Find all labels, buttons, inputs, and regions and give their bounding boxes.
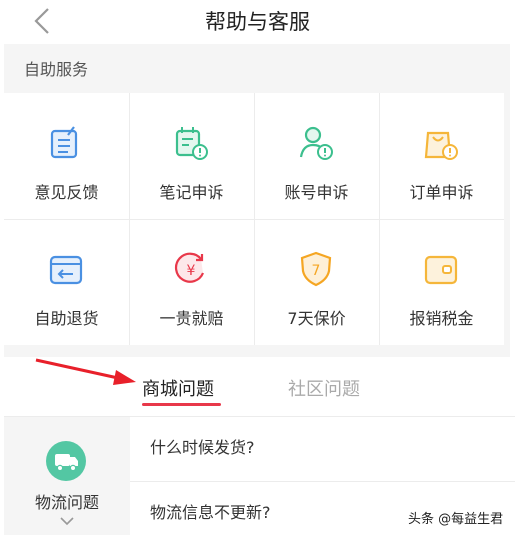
service-price-protect[interactable]: 7 7天保价	[254, 219, 379, 345]
service-self-return[interactable]: 自助退货	[4, 219, 129, 345]
red-arrow-icon	[35, 358, 136, 385]
service-label: 账号申诉	[284, 183, 349, 202]
service-label: 报销税金	[409, 309, 474, 328]
tab-community-questions[interactable]: 社区问题	[288, 375, 360, 401]
tab-mall-questions[interactable]: 商城问题	[142, 375, 214, 401]
section-title: 自助服务	[24, 60, 89, 79]
svg-text:7: 7	[312, 263, 321, 279]
question-item[interactable]: 物流信息不更新?	[150, 499, 271, 523]
service-order-appeal[interactable]: 订单申诉	[379, 93, 504, 219]
svg-text:¥: ¥	[187, 263, 196, 279]
service-account-appeal[interactable]: 账号申诉	[254, 93, 379, 219]
service-label: 订单申诉	[409, 183, 474, 202]
watermark: 头条 @每益生君	[408, 512, 504, 527]
header-bar: 帮助与客服	[0, 0, 515, 44]
account-appeal-icon	[299, 126, 333, 160]
service-feedback[interactable]: 意见反馈	[4, 93, 129, 219]
tab-active-underline	[142, 403, 221, 406]
service-label: 笔记申诉	[159, 183, 224, 202]
category-logistics[interactable]: 物流问题	[4, 417, 130, 535]
service-label: 自助退货	[34, 309, 99, 328]
page-title: 帮助与客服	[205, 10, 310, 34]
note-appeal-icon	[175, 127, 208, 160]
service-label: 7天保价	[287, 309, 346, 328]
feedback-icon	[50, 126, 78, 159]
price-compensation-icon: ¥	[174, 252, 205, 283]
service-label: 意见反馈	[34, 183, 99, 202]
wallet-icon	[424, 255, 458, 285]
order-appeal-icon	[424, 131, 458, 160]
service-price-compensation[interactable]: ¥ 一贵就赔	[129, 219, 254, 345]
chevron-down-icon	[60, 517, 74, 526]
price-protect-shield-icon: 7	[300, 251, 332, 287]
question-item[interactable]: 什么时候发货?	[150, 434, 255, 458]
service-tax-reimburse[interactable]: 报销税金	[379, 219, 504, 345]
return-box-icon	[49, 255, 83, 285]
service-note-appeal[interactable]: 笔记申诉	[129, 93, 254, 219]
divider	[130, 481, 515, 482]
truck-icon	[46, 441, 86, 481]
category-label: 物流问题	[34, 493, 99, 512]
service-label: 一贵就赔	[159, 309, 224, 328]
